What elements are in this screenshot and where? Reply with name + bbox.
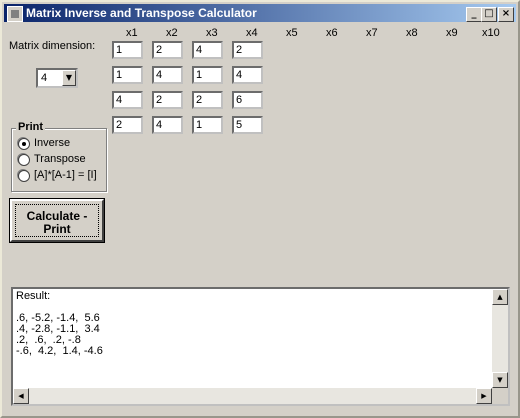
column-header: x2 [166,27,178,39]
radio-transpose[interactable]: Transpose [18,152,102,166]
matrix-cell-1-4[interactable]: 2 [232,41,263,59]
matrix-cell-2-2[interactable]: 4 [152,66,183,84]
radio-inverse-label[interactable]: Inverse [34,137,70,149]
arrow-left-icon[interactable]: ◀ [13,388,29,404]
maximize-button[interactable]: □ [481,7,497,22]
radio-unchecked-icon[interactable] [18,154,30,166]
calculate-label-line1: Calculate - [26,209,88,223]
matrix-cell-3-1[interactable]: 4 [112,91,143,109]
matrix-cell-2-3[interactable]: 1 [192,66,223,84]
window-title: Matrix Inverse and Transpose Calculator [26,6,257,20]
radio-unchecked-icon[interactable] [18,170,30,182]
matrix-cell-4-2[interactable]: 4 [152,116,183,134]
radio-inverse[interactable]: Inverse [18,136,102,150]
column-header: x7 [366,27,378,39]
radio-transpose-label[interactable]: Transpose [34,153,86,165]
radio-checked-icon[interactable] [18,138,30,150]
radio-identity-check-label[interactable]: [A]*[A-1] = [I] [34,169,97,181]
matrix-cell-1-1[interactable]: 1 [112,41,143,59]
matrix-cell-2-1[interactable]: 1 [112,66,143,84]
dimension-value: 4 [41,72,48,84]
column-header: x6 [326,27,338,39]
matrix-cell-4-4[interactable]: 5 [232,116,263,134]
column-header: x3 [206,27,218,39]
chevron-down-icon[interactable]: ▼ [62,70,76,86]
radio-identity-check[interactable]: [A]*[A-1] = [I] [18,168,102,182]
app-icon[interactable] [7,6,23,22]
print-options-group: Print Inverse Transpose [A]*[A-1] = [I] [11,121,107,192]
title-bar[interactable]: Matrix Inverse and Transpose Calculator … [4,4,516,22]
matrix-cell-3-4[interactable]: 6 [232,91,263,109]
matrix-cell-4-3[interactable]: 1 [192,116,223,134]
column-header: x1 [126,27,138,39]
arrow-down-icon[interactable]: ▼ [492,372,508,388]
dimension-select[interactable]: 4 ▼ [36,68,78,88]
print-group-label: Print [16,121,46,133]
result-textbox[interactable]: Result: .6, -5.2, -1.4, 5.6 .4, -2.8, -1… [11,287,510,406]
matrix-cell-1-3[interactable]: 4 [192,41,223,59]
column-header: x8 [406,27,418,39]
matrix-cell-2-4[interactable]: 4 [232,66,263,84]
arrow-up-icon[interactable]: ▲ [492,289,508,305]
scrollbar-corner [492,388,508,404]
app-window: Matrix Inverse and Transpose Calculator … [0,0,520,418]
vertical-scrollbar[interactable]: ▲ ▼ [492,289,508,388]
result-text: Result: .6, -5.2, -1.4, 5.6 .4, -2.8, -1… [16,290,103,357]
dimension-label: Matrix dimension: [9,40,96,52]
close-button[interactable]: × [498,7,514,22]
column-header: x5 [286,27,298,39]
matrix-cell-3-2[interactable]: 2 [152,91,183,109]
matrix-cell-4-1[interactable]: 2 [112,116,143,134]
column-header: x10 [482,27,500,39]
matrix-cell-3-3[interactable]: 2 [192,91,223,109]
calculate-print-button[interactable]: Calculate - Print [9,198,105,243]
column-header: x4 [246,27,258,39]
calculate-label-line2: Print [43,222,71,236]
minimize-button[interactable]: _ [466,7,482,22]
horizontal-scrollbar[interactable]: ◀ ▶ [13,388,492,404]
matrix-cell-1-2[interactable]: 2 [152,41,183,59]
column-header: x9 [446,27,458,39]
arrow-right-icon[interactable]: ▶ [476,388,492,404]
